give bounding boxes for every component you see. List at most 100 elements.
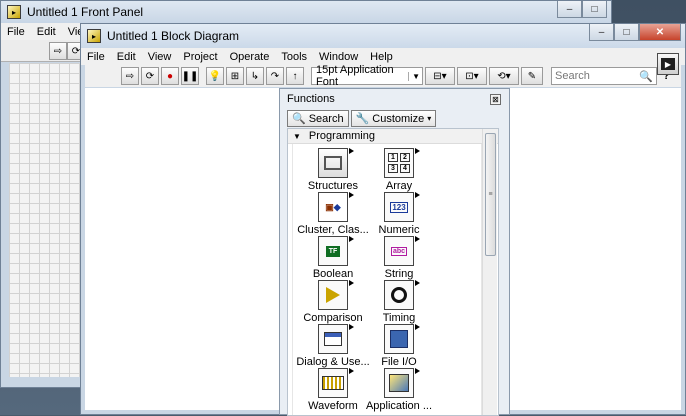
timing-icon bbox=[384, 280, 420, 310]
clean-up-diagram-icon[interactable]: ✎ bbox=[521, 67, 543, 85]
retain-wire-values-icon[interactable]: ⊞ bbox=[226, 67, 244, 85]
palette-item-label: String bbox=[384, 268, 414, 280]
align-objects-icon[interactable]: ⊟▾ bbox=[425, 67, 455, 85]
block-diagram-titlebar[interactable]: ▸ Untitled 1 Block Diagram – □ ✕ bbox=[81, 24, 685, 48]
functions-palette-list: ▼ Programming Structures 1234 Array ▣ ◆ C… bbox=[287, 128, 499, 416]
minimize-button[interactable]: – bbox=[589, 24, 614, 41]
run-arrow-icon[interactable]: ⇨ bbox=[121, 67, 139, 85]
menu-project[interactable]: Project bbox=[177, 51, 223, 63]
palette-item-dialog[interactable]: Dialog & Use... bbox=[295, 324, 371, 368]
cluster-icon: ▣ ◆ bbox=[318, 192, 354, 222]
chevron-down-icon: ▾ bbox=[427, 114, 432, 123]
palette-item-timing[interactable]: Timing bbox=[361, 280, 437, 324]
boolean-icon: TF bbox=[318, 236, 354, 266]
pause-icon[interactable]: ❚❚ bbox=[181, 67, 199, 85]
palette-search-button[interactable]: 🔍 Search bbox=[287, 110, 349, 127]
palette-item-label: Structures bbox=[307, 180, 359, 192]
minimize-button[interactable]: – bbox=[557, 1, 582, 18]
numeric-icon: 123 bbox=[384, 192, 420, 222]
palette-item-label: Application ... bbox=[365, 400, 433, 412]
menu-view[interactable]: View bbox=[142, 51, 178, 63]
palette-item-file-io[interactable]: File I/O bbox=[361, 324, 437, 368]
wrench-icon: 🔧 bbox=[355, 113, 370, 125]
search-input[interactable]: Search 🔍 bbox=[551, 67, 657, 85]
step-over-icon[interactable]: ↷ bbox=[266, 67, 284, 85]
front-panel-grid[interactable] bbox=[9, 63, 89, 377]
run-arrow-icon[interactable]: ⇨ bbox=[49, 42, 67, 60]
palette-item-label: Comparison bbox=[303, 312, 363, 324]
comparison-icon bbox=[318, 280, 354, 310]
palette-scrollbar[interactable]: ≡ bbox=[482, 129, 497, 415]
step-into-icon[interactable]: ↳ bbox=[246, 67, 264, 85]
file-io-icon bbox=[384, 324, 420, 354]
distribute-objects-icon[interactable]: ⊡▾ bbox=[457, 67, 487, 85]
palette-item-cluster[interactable]: ▣ ◆ Cluster, Clas... bbox=[295, 192, 371, 236]
search-icon: 🔍 bbox=[292, 113, 306, 125]
abort-icon[interactable]: ● bbox=[161, 67, 179, 85]
functions-palette-title: Functions bbox=[287, 93, 335, 105]
menu-edit[interactable]: Edit bbox=[31, 26, 62, 38]
string-icon: abc bbox=[384, 236, 420, 266]
palette-customize-label: Customize bbox=[372, 112, 425, 125]
palette-item-structures[interactable]: Structures bbox=[295, 148, 371, 192]
palette-item-waveform[interactable]: Waveform bbox=[295, 368, 371, 412]
palette-item-application-control[interactable]: Application ... bbox=[361, 368, 437, 412]
step-out-icon[interactable]: ↑ bbox=[286, 67, 304, 85]
palette-item-label: Array bbox=[385, 180, 413, 192]
waveform-icon bbox=[318, 368, 354, 398]
menu-tools[interactable]: Tools bbox=[275, 51, 313, 63]
collapse-triangle-icon[interactable]: ▼ bbox=[293, 132, 301, 141]
palette-item-string[interactable]: abc String bbox=[361, 236, 437, 280]
block-diagram-toolbar: ⇨ ⟳ ● ❚❚ 💡 ⊞ ↳ ↷ ↑ 15pt Application Font… bbox=[85, 64, 681, 88]
menu-window[interactable]: Window bbox=[313, 51, 364, 63]
font-select-value: 15pt Application Font bbox=[316, 64, 394, 88]
palette-customize-button[interactable]: 🔧 Customize ▾ bbox=[350, 110, 437, 127]
maximize-button[interactable]: □ bbox=[582, 1, 607, 18]
palette-item-comparison[interactable]: Comparison bbox=[295, 280, 371, 324]
array-icon: 1234 bbox=[384, 148, 420, 178]
palette-item-boolean[interactable]: TF Boolean bbox=[295, 236, 371, 280]
application-control-icon bbox=[384, 368, 420, 398]
menu-file[interactable]: File bbox=[1, 26, 31, 38]
palette-item-array[interactable]: 1234 Array bbox=[361, 148, 437, 192]
functions-palette-toolbar: 🔍 Search 🔧 Customize ▾ bbox=[287, 110, 437, 127]
front-panel-caption-buttons: – □ bbox=[557, 1, 607, 18]
labview-icon: ▸ bbox=[87, 29, 101, 43]
palette-search-label: Search bbox=[308, 112, 344, 125]
block-diagram-title: Untitled 1 Block Diagram bbox=[107, 29, 240, 43]
functions-palette-header[interactable]: Functions bbox=[280, 89, 509, 109]
maximize-button[interactable]: □ bbox=[614, 24, 639, 41]
front-panel-title: Untitled 1 Front Panel bbox=[27, 5, 144, 19]
palette-item-label: Timing bbox=[382, 312, 416, 324]
run-continuously-icon[interactable]: ⟳ bbox=[141, 67, 159, 85]
close-button[interactable]: ✕ bbox=[639, 24, 681, 41]
category-header-programming[interactable]: ▼ Programming bbox=[288, 129, 498, 144]
menu-operate[interactable]: Operate bbox=[224, 51, 276, 63]
highlight-execution-icon[interactable]: 💡 bbox=[206, 67, 224, 85]
palette-item-label: File I/O bbox=[381, 356, 417, 368]
scrollbar-thumb[interactable]: ≡ bbox=[485, 133, 496, 256]
palette-item-label: Boolean bbox=[312, 268, 354, 280]
palette-item-label: Dialog & Use... bbox=[296, 356, 370, 368]
front-panel-titlebar[interactable]: ▸ Untitled 1 Front Panel – □ bbox=[1, 1, 611, 23]
palette-item-label: Numeric bbox=[378, 224, 420, 236]
close-icon[interactable]: ⊠ bbox=[490, 94, 501, 105]
palette-item-label: Cluster, Clas... bbox=[297, 224, 369, 236]
palette-item-numeric[interactable]: 123 Numeric bbox=[361, 192, 437, 236]
palette-items-grid: Structures 1234 Array ▣ ◆ Cluster, Clas..… bbox=[292, 144, 482, 415]
structures-icon bbox=[318, 148, 354, 178]
functions-palette[interactable]: Functions ⊠ 🔍 Search 🔧 Customize ▾ ▼ Pro… bbox=[279, 88, 510, 416]
menu-file[interactable]: File bbox=[81, 51, 111, 63]
labview-icon: ▸ bbox=[7, 5, 21, 19]
search-icon: 🔍 bbox=[639, 70, 653, 83]
category-label: Programming bbox=[308, 130, 375, 142]
menu-edit[interactable]: Edit bbox=[111, 51, 142, 63]
reorder-icon[interactable]: ⟲▾ bbox=[489, 67, 519, 85]
search-placeholder: Search bbox=[555, 70, 590, 82]
dialog-icon bbox=[318, 324, 354, 354]
palette-item-label: Waveform bbox=[308, 400, 358, 412]
font-select[interactable]: 15pt Application Font ▼ bbox=[311, 64, 423, 88]
menu-help[interactable]: Help bbox=[364, 51, 399, 63]
block-diagram-caption-buttons: – □ ✕ bbox=[589, 24, 681, 41]
context-help-icon[interactable]: ▶ bbox=[657, 53, 679, 75]
